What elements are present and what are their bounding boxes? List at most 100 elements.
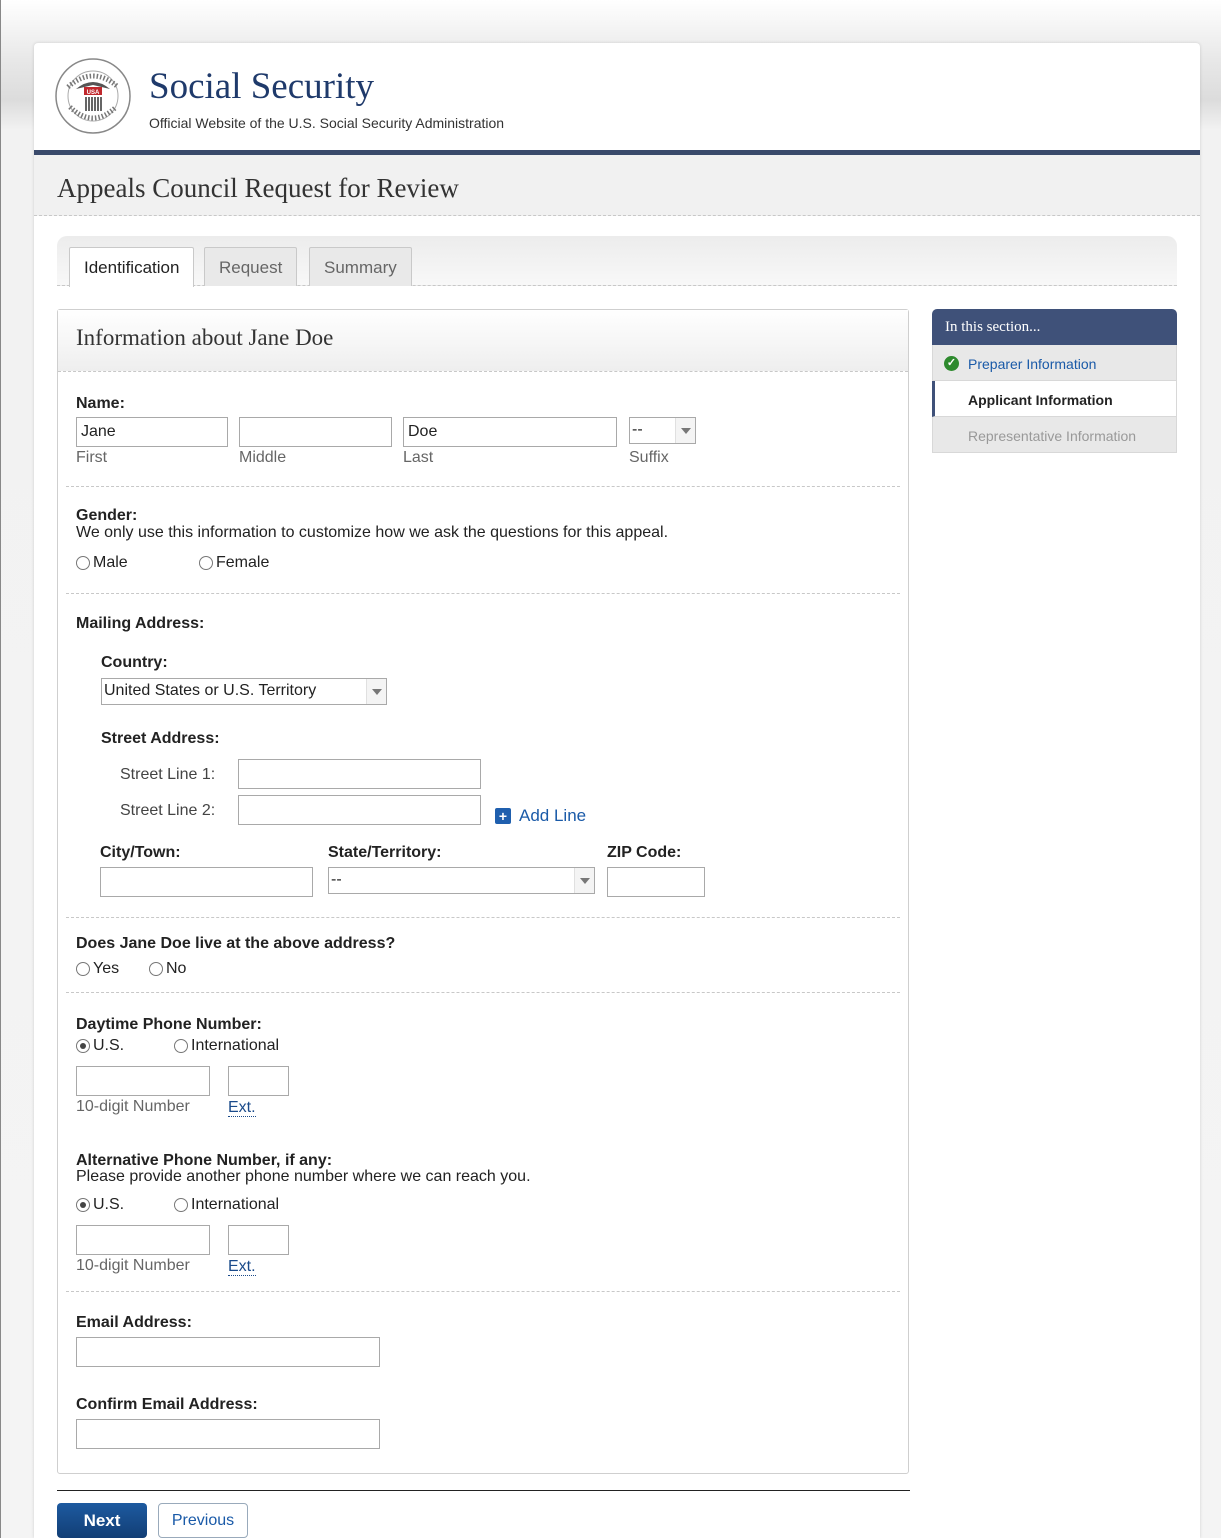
alt-phone-intl-label: International — [191, 1196, 280, 1213]
suffix-caption: Suffix — [629, 449, 669, 466]
tab-request[interactable]: Request — [204, 247, 298, 286]
lives-no-radio[interactable]: No — [149, 960, 186, 978]
gender-female-label: Female — [216, 554, 270, 571]
radio-icon — [174, 1039, 188, 1053]
page-title-bar: Appeals Council Request for Review — [34, 155, 1200, 216]
lives-at-address-label: Does Jane Doe live at the above address? — [76, 935, 396, 952]
check-circle-icon: ✓ — [944, 356, 959, 371]
sidebar-item-label: Representative Information — [968, 428, 1137, 444]
sidebar-item-representative-information: Representative Information — [932, 417, 1177, 453]
city-input[interactable] — [100, 867, 313, 897]
middle-caption: Middle — [239, 449, 287, 466]
last-caption: Last — [403, 449, 434, 466]
email-input[interactable] — [76, 1337, 380, 1367]
radio-icon — [199, 556, 213, 570]
lives-no-label: No — [166, 960, 187, 977]
sidebar-item-label: Preparer Information — [968, 356, 1097, 372]
daytime-number-caption: 10-digit Number — [76, 1098, 190, 1115]
alt-phone-ext-input[interactable] — [228, 1225, 289, 1255]
section-divider — [66, 917, 900, 918]
zip-label: ZIP Code: — [607, 844, 682, 861]
middle-name-input[interactable] — [239, 417, 392, 447]
form-panel-header: Information about Jane Doe — [58, 310, 908, 372]
email-label: Email Address: — [76, 1314, 192, 1331]
next-button[interactable]: Next — [57, 1503, 147, 1538]
last-name-input[interactable]: Doe — [403, 417, 617, 447]
name-label: Name: — [76, 395, 125, 412]
city-label: City/Town: — [100, 844, 181, 861]
section-divider — [66, 486, 900, 487]
street-line-1-input[interactable] — [238, 759, 481, 789]
ssa-seal-logo[interactable]: USA — [54, 57, 132, 135]
section-nav-heading: In this section... — [932, 309, 1177, 345]
street-line-1-label: Street Line 1: — [120, 766, 216, 783]
country-value: United States or U.S. Territory — [104, 682, 317, 699]
add-line-button[interactable]: + Add Line — [495, 806, 586, 826]
alt-number-caption: 10-digit Number — [76, 1257, 190, 1274]
section-divider — [66, 992, 900, 993]
form-title: Information about Jane Doe — [76, 325, 334, 350]
gender-label: Gender: — [76, 507, 138, 524]
section-divider — [66, 593, 900, 594]
lives-yes-label: Yes — [93, 960, 120, 977]
mailing-address-label: Mailing Address: — [76, 615, 205, 632]
add-line-label: Add Line — [519, 806, 587, 825]
gender-male-label: Male — [93, 554, 128, 571]
alt-phone-intl-radio[interactable]: International — [174, 1196, 279, 1214]
daytime-phone-ext-input[interactable] — [228, 1066, 289, 1096]
confirm-email-label: Confirm Email Address: — [76, 1396, 258, 1413]
radio-icon — [149, 962, 163, 976]
form-panel: Information about Jane Doe Name: Jane Do… — [57, 309, 909, 1474]
gender-male-radio[interactable]: Male — [76, 554, 128, 572]
page-title: Appeals Council Request for Review — [57, 173, 459, 203]
daytime-phone-us-label: U.S. — [93, 1037, 125, 1054]
radio-icon — [174, 1198, 188, 1212]
chevron-down-icon — [675, 418, 695, 443]
street-line-2-input[interactable] — [238, 795, 481, 825]
alt-phone-number-input[interactable] — [76, 1225, 210, 1255]
svg-text:USA: USA — [87, 90, 100, 96]
site-header: USA Social Security Official Website of … — [34, 43, 1200, 155]
country-select[interactable]: United States or U.S. Territory — [101, 678, 387, 705]
alt-ext-caption[interactable]: Ext. — [228, 1259, 256, 1276]
street-address-label: Street Address: — [101, 730, 220, 747]
first-caption: First — [76, 449, 108, 466]
tab-bar: Identification Request Summary — [57, 236, 1177, 287]
page-container: USA Social Security Official Website of … — [34, 43, 1200, 1538]
radio-icon — [76, 556, 90, 570]
tab-summary[interactable]: Summary — [309, 247, 412, 286]
previous-button[interactable]: Previous — [158, 1503, 248, 1538]
chevron-down-icon — [366, 679, 386, 704]
alt-phone-help: Please provide another phone number wher… — [76, 1168, 531, 1185]
radio-checked-icon — [76, 1039, 90, 1053]
site-title[interactable]: Social Security — [149, 65, 374, 108]
first-name-input[interactable]: Jane — [76, 417, 228, 447]
daytime-phone-us-radio[interactable]: U.S. — [76, 1037, 124, 1055]
daytime-phone-label: Daytime Phone Number: — [76, 1016, 262, 1033]
lives-yes-radio[interactable]: Yes — [76, 960, 119, 978]
radio-icon — [76, 962, 90, 976]
radio-checked-icon — [76, 1198, 90, 1212]
state-select[interactable]: -- — [328, 867, 595, 894]
daytime-phone-number-input[interactable] — [76, 1066, 210, 1096]
suffix-value: -- — [632, 421, 643, 438]
tab-identification[interactable]: Identification — [69, 247, 195, 287]
zip-input[interactable] — [607, 867, 705, 897]
state-label: State/Territory: — [328, 844, 442, 861]
section-nav-sidebar: In this section... ✓ Preparer Informatio… — [932, 309, 1177, 453]
daytime-ext-caption[interactable]: Ext. — [228, 1100, 256, 1117]
sidebar-item-preparer-information[interactable]: ✓ Preparer Information — [932, 345, 1177, 381]
state-value: -- — [331, 871, 342, 888]
alt-phone-us-radio[interactable]: U.S. — [76, 1196, 124, 1214]
plus-icon: + — [495, 808, 511, 824]
confirm-email-input[interactable] — [76, 1419, 380, 1449]
suffix-select[interactable]: -- — [629, 417, 696, 444]
daytime-phone-intl-label: International — [191, 1037, 280, 1054]
gender-female-radio[interactable]: Female — [199, 554, 269, 572]
daytime-phone-intl-radio[interactable]: International — [174, 1037, 279, 1055]
section-divider — [66, 1291, 900, 1292]
street-line-2-label: Street Line 2: — [120, 802, 216, 819]
sidebar-item-applicant-information[interactable]: Applicant Information — [932, 381, 1177, 417]
footer-divider — [57, 1490, 910, 1491]
site-tagline: Official Website of the U.S. Social Secu… — [149, 115, 505, 131]
